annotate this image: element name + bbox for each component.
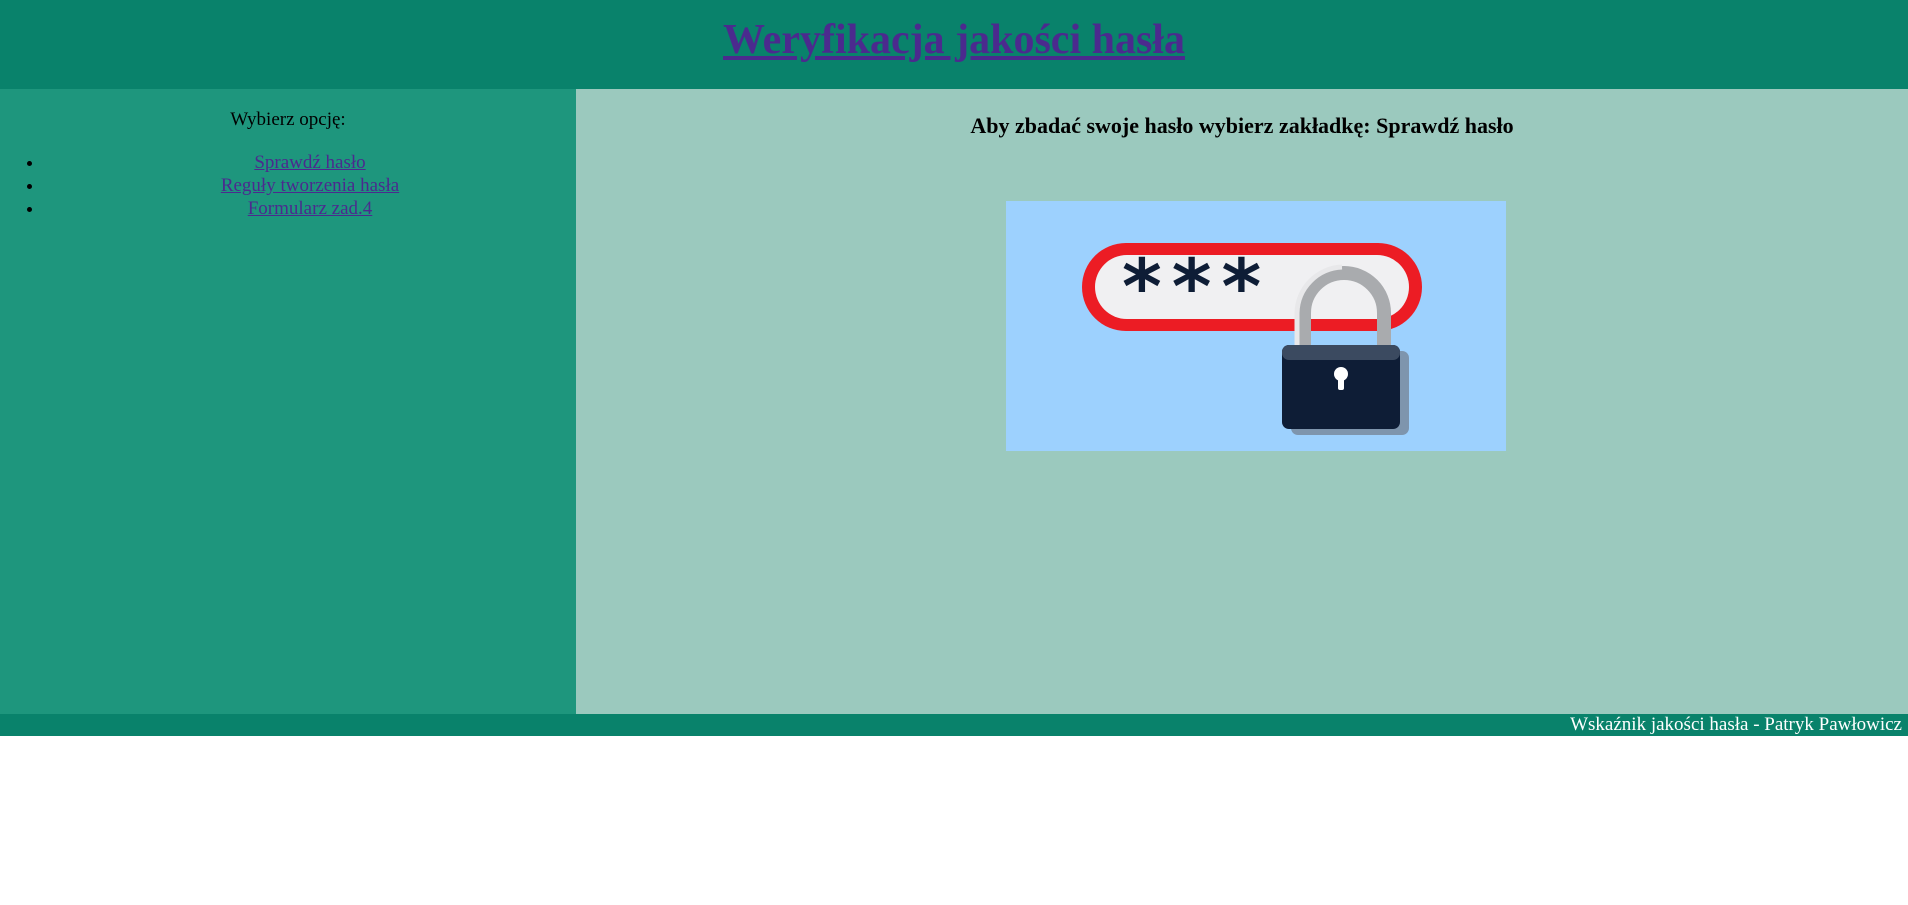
page-title-link[interactable]: Weryfikacja jakości hasła [723,16,1185,64]
sidebar-link-check-password[interactable]: Sprawdź hasło [254,152,365,173]
page-header: Weryfikacja jakości hasła [0,0,1908,89]
main-heading: Aby zbadać swoje hasło wybierz zakładkę:… [970,113,1514,138]
sidebar-link-form[interactable]: Formularz zad.4 [248,198,373,219]
sidebar-item-form: Formularz zad.4 [44,197,576,220]
keyhole-slot [1338,376,1344,390]
sidebar: Wybierz opcję: Sprawdź hasło Reguły twor… [0,89,576,714]
masked-password-text: *** [1122,242,1271,331]
lock-top-band [1282,345,1400,360]
sidebar-link-password-rules[interactable]: Reguły tworzenia hasła [221,175,399,196]
sidebar-item-password-rules: Reguły tworzenia hasła [44,174,576,197]
password-lock-illustration: *** [1006,201,1506,451]
main-content: Aby zbadać swoje hasło wybierz zakładkę:… [576,89,1908,714]
sidebar-item-check-password: Sprawdź hasło [44,151,576,174]
page-footer: Wskaźnik jakości hasła - Patryk Pawłowic… [0,714,1908,736]
sidebar-prompt: Wybierz opcję: [230,109,346,130]
sidebar-menu: Sprawdź hasło Reguły tworzenia hasła For… [0,151,576,220]
footer-text: Wskaźnik jakości hasła - Patryk Pawłowic… [1570,714,1902,735]
